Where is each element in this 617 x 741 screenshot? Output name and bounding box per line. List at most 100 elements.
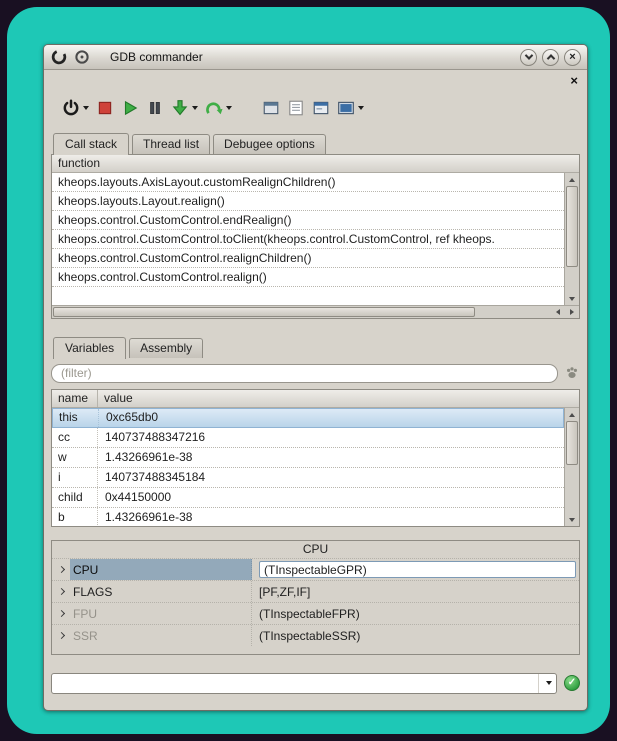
variable-row[interactable]: b 1.43266961e-38 bbox=[52, 508, 564, 526]
variable-row[interactable]: w 1.43266961e-38 bbox=[52, 448, 564, 468]
scroll-left-button[interactable] bbox=[551, 306, 565, 318]
callstack-row[interactable]: kheops.control.CustomControl.realignChil… bbox=[52, 249, 564, 268]
variables-vertical-scrollbar[interactable] bbox=[564, 408, 579, 526]
variables-filter-row bbox=[51, 363, 580, 383]
monitor-icon bbox=[312, 99, 330, 117]
dock-close-icon[interactable]: × bbox=[570, 74, 580, 87]
cpu-row-name: FLAGS bbox=[70, 581, 252, 602]
callstack-row[interactable]: kheops.control.CustomControl.toClient(kh… bbox=[52, 230, 564, 249]
scroll-down-button[interactable] bbox=[565, 513, 579, 526]
callstack-vertical-scrollbar[interactable] bbox=[564, 173, 579, 305]
filter-input[interactable] bbox=[51, 364, 558, 383]
scroll-track[interactable] bbox=[565, 186, 579, 292]
dropdown-arrow-icon bbox=[192, 106, 198, 110]
variable-value: 140737488347216 bbox=[98, 428, 564, 447]
variable-row[interactable]: child 0x44150000 bbox=[52, 488, 564, 508]
callstack-row[interactable]: kheops.layouts.Layout.realign() bbox=[52, 192, 564, 211]
pause-button[interactable] bbox=[143, 95, 167, 121]
highlight-frame: GDB commander × × bbox=[7, 7, 610, 734]
expand-button[interactable] bbox=[52, 559, 70, 580]
list-icon bbox=[287, 99, 305, 117]
tab-thread-list[interactable]: Thread list bbox=[132, 134, 210, 154]
frame-button[interactable] bbox=[259, 95, 283, 121]
run-button[interactable] bbox=[118, 95, 142, 121]
dropdown-arrow-icon bbox=[358, 106, 364, 110]
filter-paw-icon[interactable] bbox=[564, 365, 580, 381]
app-icon bbox=[50, 48, 68, 66]
scroll-up-button[interactable] bbox=[565, 408, 579, 421]
cpu-row-name: FPU bbox=[70, 603, 252, 624]
step-into-button[interactable] bbox=[168, 95, 201, 121]
variables-header: name value bbox=[52, 390, 579, 408]
callstack-horizontal-scrollbar[interactable] bbox=[52, 305, 579, 318]
cpu-row[interactable]: FLAGS [PF,ZF,IF] bbox=[52, 580, 579, 602]
variable-value: 140737488345184 bbox=[98, 468, 564, 487]
power-button[interactable] bbox=[59, 95, 92, 121]
minimize-button[interactable] bbox=[520, 49, 537, 66]
command-input[interactable] bbox=[52, 674, 538, 693]
cpu-row[interactable]: SSR (TInspectableSSR) bbox=[52, 624, 579, 646]
variable-name: this bbox=[53, 409, 99, 427]
cpu-row[interactable]: FPU (TInspectableFPR) bbox=[52, 602, 579, 624]
variable-value: 1.43266961e-38 bbox=[98, 448, 564, 467]
display-button[interactable] bbox=[334, 95, 367, 121]
stop-button[interactable] bbox=[93, 95, 117, 121]
tab-assembly[interactable]: Assembly bbox=[129, 338, 203, 358]
column-header-function: function bbox=[52, 155, 100, 172]
combo-dropdown-button[interactable] bbox=[538, 674, 556, 693]
callstack-row[interactable]: kheops.layouts.AxisLayout.customRealignC… bbox=[52, 173, 564, 192]
variable-row[interactable]: i 140737488345184 bbox=[52, 468, 564, 488]
tab-variables[interactable]: Variables bbox=[53, 337, 126, 359]
variable-row[interactable]: cc 140737488347216 bbox=[52, 428, 564, 448]
chevron-right-icon bbox=[57, 588, 64, 595]
callstack-row[interactable]: kheops.control.CustomControl.endRealign(… bbox=[52, 211, 564, 230]
window-menu-icon[interactable] bbox=[73, 48, 91, 66]
scroll-up-button[interactable] bbox=[565, 173, 579, 186]
cpu-row-value: (TInspectableFPR) bbox=[252, 603, 579, 624]
variable-name: w bbox=[52, 448, 98, 467]
variable-name: i bbox=[52, 468, 98, 487]
scroll-track[interactable] bbox=[475, 306, 551, 318]
scroll-down-icon bbox=[569, 297, 575, 301]
variables-tabbar: Variables Assembly bbox=[51, 336, 580, 358]
close-button[interactable]: × bbox=[564, 49, 581, 66]
maximize-button[interactable] bbox=[542, 49, 559, 66]
scroll-thumb[interactable] bbox=[566, 421, 578, 465]
chevron-down-icon bbox=[524, 51, 532, 59]
scroll-thumb[interactable] bbox=[566, 186, 578, 267]
client-area: × bbox=[44, 71, 587, 710]
chevron-right-icon bbox=[57, 566, 64, 573]
titlebar[interactable]: GDB commander × bbox=[44, 45, 587, 70]
debug-toolbar bbox=[51, 93, 580, 123]
command-bar: ✓ bbox=[51, 672, 580, 694]
send-command-button[interactable]: ✓ bbox=[564, 675, 580, 691]
variable-row[interactable]: this 0xc65db0 bbox=[52, 408, 564, 428]
scroll-right-button[interactable] bbox=[565, 306, 579, 318]
scroll-up-icon bbox=[569, 178, 575, 182]
watch-button[interactable] bbox=[309, 95, 333, 121]
scroll-down-button[interactable] bbox=[565, 292, 579, 305]
cpu-row-value: (TInspectableSSR) bbox=[252, 625, 579, 646]
callstack-row[interactable]: kheops.control.CustomControl.realign() bbox=[52, 268, 564, 287]
scroll-down-icon bbox=[569, 518, 575, 522]
scroll-thumb[interactable] bbox=[53, 307, 475, 317]
step-over-button[interactable] bbox=[202, 95, 235, 121]
display-icon bbox=[337, 99, 355, 117]
power-icon bbox=[62, 99, 80, 117]
expand-button[interactable] bbox=[52, 625, 70, 646]
tab-debugee-options[interactable]: Debugee options bbox=[213, 134, 326, 154]
stop-icon bbox=[96, 99, 114, 117]
gdb-commander-window: GDB commander × × bbox=[43, 44, 588, 711]
expand-button[interactable] bbox=[52, 603, 70, 624]
scroll-track[interactable] bbox=[565, 421, 579, 513]
cpu-row-name: SSR bbox=[70, 625, 252, 646]
chevron-down-icon bbox=[546, 681, 552, 685]
window-icon bbox=[262, 99, 280, 117]
tab-call-stack[interactable]: Call stack bbox=[53, 133, 129, 155]
expand-button[interactable] bbox=[52, 581, 70, 602]
cpu-value-editor[interactable]: (TInspectableGPR) bbox=[259, 561, 576, 578]
callstack-header: function bbox=[52, 155, 579, 173]
command-combobox[interactable] bbox=[51, 673, 557, 694]
list-button[interactable] bbox=[284, 95, 308, 121]
cpu-row[interactable]: CPU (TInspectableGPR) bbox=[52, 558, 579, 580]
